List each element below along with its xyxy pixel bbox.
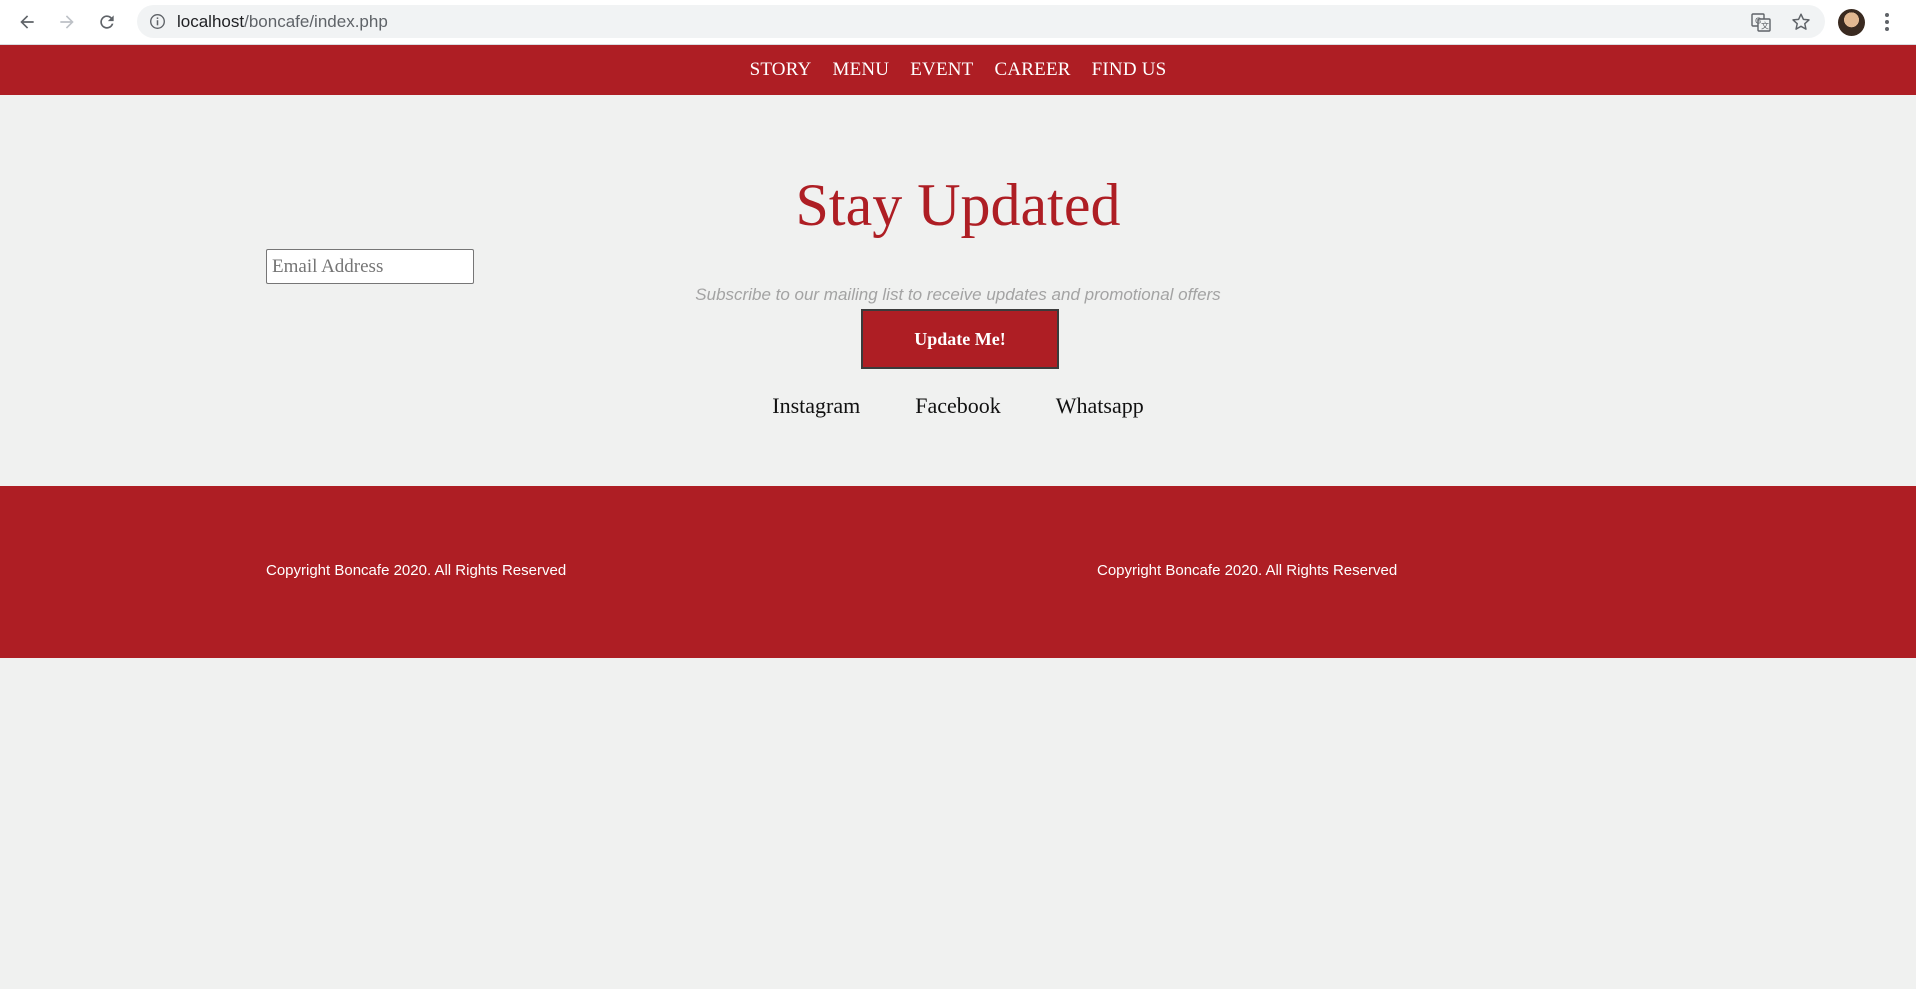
reload-icon[interactable]: [95, 10, 119, 34]
svg-text:文: 文: [1761, 21, 1769, 31]
social-links: Instagram Facebook Whatsapp: [0, 393, 1916, 419]
subscribe-section: Stay Updated Subscribe to our mailing li…: [0, 95, 1916, 486]
copyright-right: Copyright Boncafe 2020. All Rights Reser…: [1097, 562, 1398, 579]
nav-menu[interactable]: MENU: [832, 59, 889, 81]
page-background: [0, 658, 1916, 989]
nav-find-us[interactable]: FIND US: [1092, 59, 1167, 81]
email-field[interactable]: [266, 249, 474, 284]
nav-career[interactable]: CAREER: [994, 59, 1070, 81]
footer: Copyright Boncafe 2020. All Rights Reser…: [0, 486, 1916, 658]
translate-icon[interactable]: G 文: [1750, 11, 1772, 33]
subscribe-title: Stay Updated: [795, 172, 1121, 238]
menu-dots-icon[interactable]: [1884, 10, 1890, 34]
avatar[interactable]: [1838, 9, 1865, 36]
update-me-button[interactable]: Update Me!: [861, 309, 1059, 369]
forward-arrow-icon[interactable]: [55, 10, 79, 34]
instagram-link[interactable]: Instagram: [772, 393, 860, 419]
whatsapp-link[interactable]: Whatsapp: [1056, 393, 1144, 419]
info-icon[interactable]: [149, 13, 166, 30]
facebook-link[interactable]: Facebook: [915, 393, 1001, 419]
copyright-left: Copyright Boncafe 2020. All Rights Reser…: [266, 562, 567, 579]
nav-event[interactable]: EVENT: [910, 59, 973, 81]
star-icon[interactable]: [1790, 11, 1812, 33]
url-host: localhost: [177, 12, 245, 31]
nav-story[interactable]: STORY: [750, 59, 812, 81]
subscribe-subtitle: Subscribe to our mailing list to receive…: [695, 285, 1221, 304]
url-path: /boncafe/index.php: [244, 12, 388, 31]
address-bar[interactable]: localhost/boncafe/index.php G 文: [137, 5, 1825, 38]
url-text[interactable]: localhost/boncafe/index.php: [177, 12, 388, 32]
main-navbar: STORY MENU EVENT CAREER FIND US: [0, 45, 1916, 95]
back-arrow-icon[interactable]: [15, 10, 39, 34]
browser-toolbar: localhost/boncafe/index.php G 文: [0, 0, 1916, 45]
